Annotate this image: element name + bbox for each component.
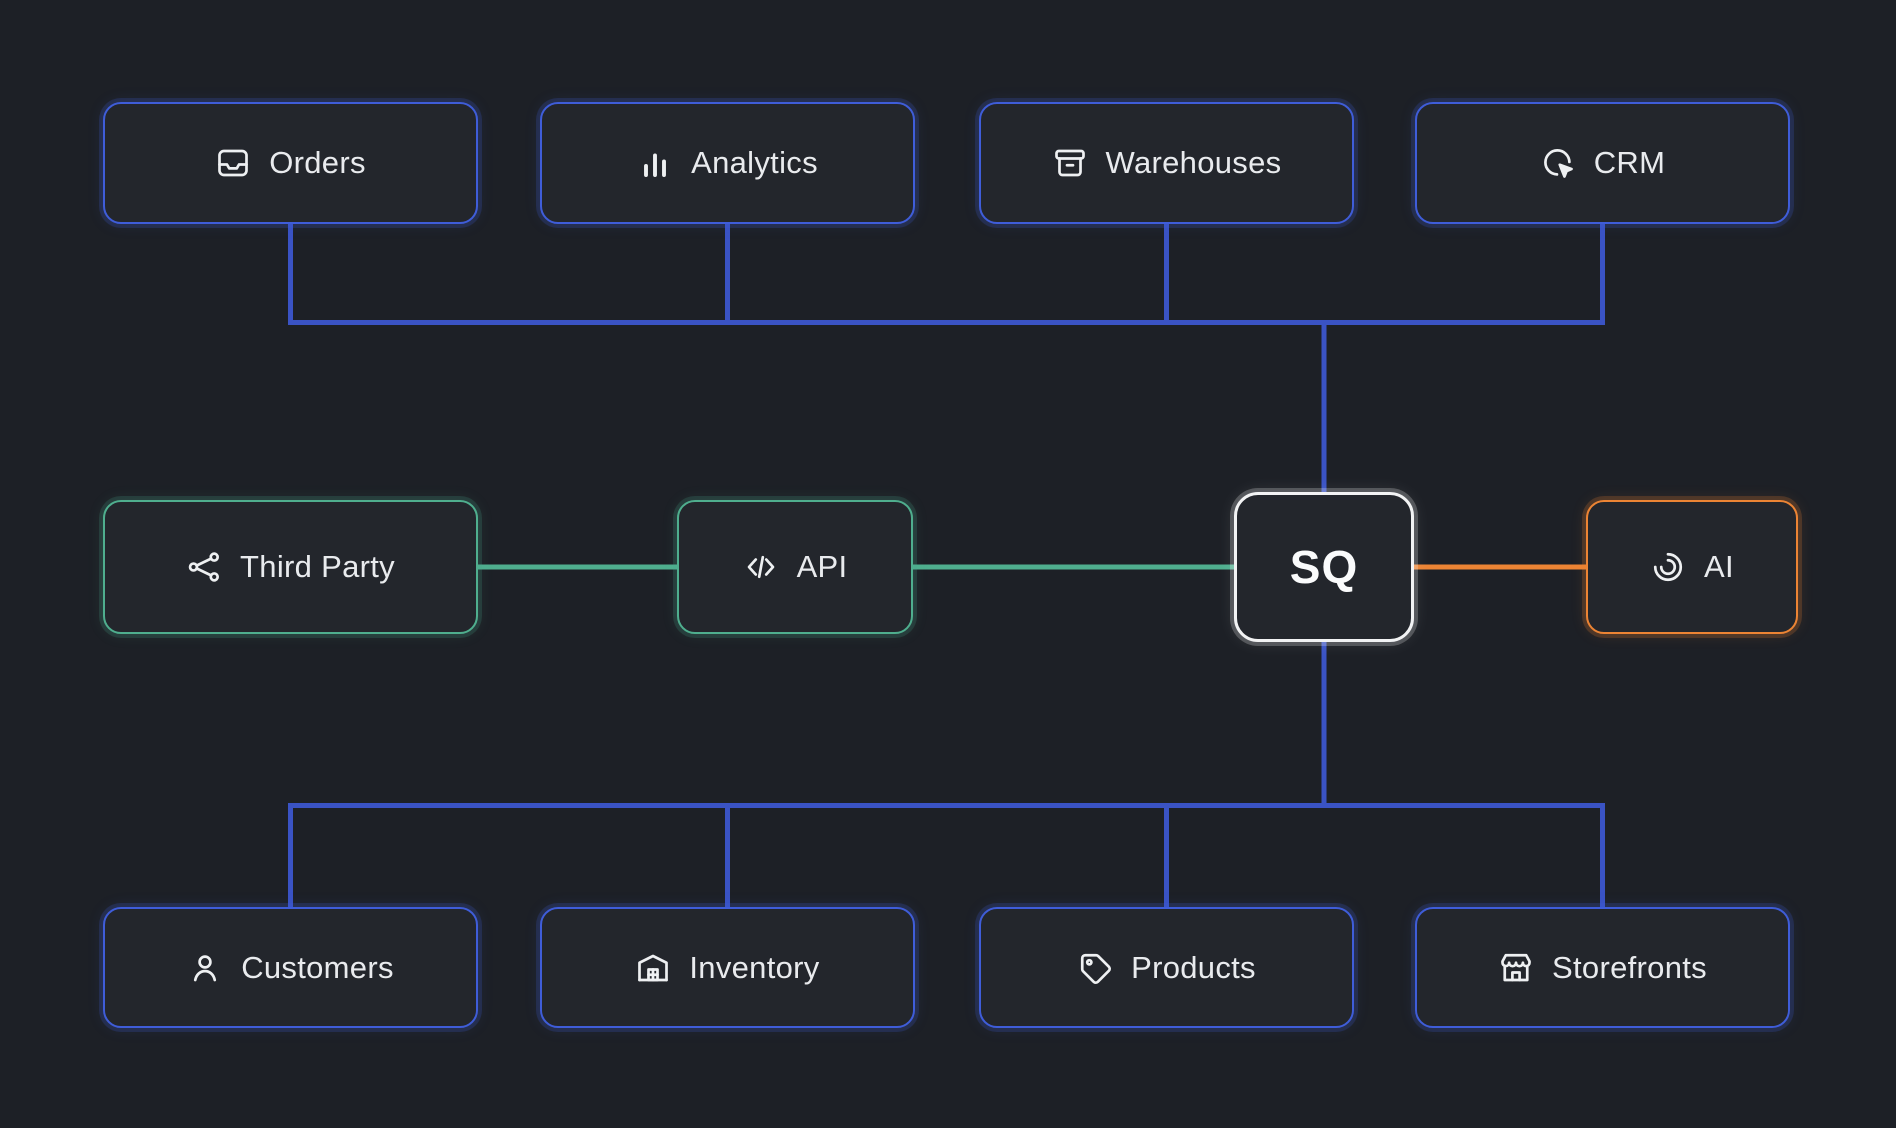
- swirl-icon: [1650, 549, 1686, 585]
- code-icon: [743, 549, 779, 585]
- inbox-icon: [215, 145, 251, 181]
- node-orders: Orders: [103, 102, 478, 224]
- node-label: Analytics: [691, 145, 818, 181]
- node-label: AI: [1704, 549, 1734, 585]
- node-analytics: Analytics: [540, 102, 915, 224]
- node-crm: CRM: [1415, 102, 1790, 224]
- node-customers: Customers: [103, 907, 478, 1028]
- node-products: Products: [979, 907, 1354, 1028]
- node-inventory: Inventory: [540, 907, 915, 1028]
- bar-chart-icon: [637, 145, 673, 181]
- warehouse-icon: [635, 950, 671, 986]
- node-label: Customers: [241, 950, 394, 986]
- node-label: CRM: [1594, 145, 1666, 181]
- node-label: API: [797, 549, 848, 585]
- node-ai: AI: [1586, 500, 1798, 634]
- node-label: Warehouses: [1106, 145, 1282, 181]
- node-sq-center: SQ: [1234, 492, 1414, 642]
- node-label: Storefronts: [1552, 950, 1707, 986]
- tag-icon: [1077, 950, 1113, 986]
- node-label: Products: [1131, 950, 1256, 986]
- node-label: Inventory: [689, 950, 819, 986]
- sq-logo-text: SQ: [1290, 540, 1358, 594]
- node-api: API: [677, 500, 913, 634]
- node-storefronts: Storefronts: [1415, 907, 1790, 1028]
- cursor-click-icon: [1540, 145, 1576, 181]
- storefront-icon: [1498, 950, 1534, 986]
- architecture-diagram: Orders Analytics Warehouses: [0, 0, 1896, 1128]
- person-icon: [187, 950, 223, 986]
- node-warehouses: Warehouses: [979, 102, 1354, 224]
- node-label: Orders: [269, 145, 366, 181]
- integrations-icon: [186, 549, 222, 585]
- archive-box-icon: [1052, 145, 1088, 181]
- node-label: Third Party: [240, 549, 395, 585]
- node-third-party: Third Party: [103, 500, 478, 634]
